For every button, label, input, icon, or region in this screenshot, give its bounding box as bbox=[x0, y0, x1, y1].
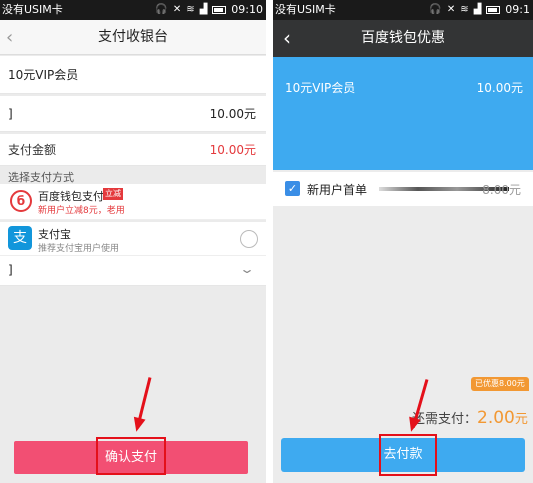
carrier-text: 没有USIM卡 bbox=[2, 3, 63, 16]
clock: 09:1 bbox=[505, 3, 530, 16]
back-icon[interactable]: ‹ bbox=[6, 20, 13, 55]
chevron-down-icon: ⌄ bbox=[238, 262, 256, 276]
coupon-label: 新用户首单 bbox=[307, 183, 368, 197]
highlight-box bbox=[379, 434, 437, 476]
alipay-option-sub: 推荐支付宝用户使用 bbox=[38, 244, 120, 254]
baidu-option-name: 百度钱包支付 bbox=[38, 190, 104, 203]
price-value: 10.00元 bbox=[209, 107, 256, 121]
carrier-text: 没有USIM卡 bbox=[275, 3, 336, 16]
amount-row: 支付金额 10.00元 bbox=[0, 134, 266, 166]
headphone-icon: 🎧 bbox=[429, 4, 442, 15]
page-title: 百度钱包优惠 bbox=[361, 30, 445, 46]
section-title: 选择支付方式 bbox=[8, 171, 74, 184]
wifi-icon: ≋ bbox=[186, 4, 195, 15]
alipay-option-name: 支付宝 bbox=[38, 228, 71, 241]
baidu-option-sub: 新用户立减8元，老用 bbox=[38, 206, 125, 216]
still-pay-label: 还需支付： bbox=[412, 412, 478, 427]
price-label: ] bbox=[8, 107, 13, 121]
title-bar: ‹ 百度钱包优惠 bbox=[273, 20, 533, 57]
coupon-row[interactable]: ✓ 新用户首单 8.00元 bbox=[273, 172, 533, 206]
battery-icon bbox=[212, 6, 227, 14]
signal-icon: ▟ bbox=[199, 4, 208, 15]
still-pay-unit: 元 bbox=[514, 412, 528, 427]
annotation-arrowhead bbox=[405, 416, 421, 434]
still-pay-amount: 2.00 bbox=[477, 408, 515, 428]
highlight-box bbox=[96, 437, 166, 475]
wifi-icon: ≋ bbox=[460, 4, 469, 15]
status-bar: 没有USIM卡 🎧 ✕ ≋ ▟ 09:10 bbox=[0, 0, 266, 20]
mute-icon: ✕ bbox=[446, 4, 456, 15]
title-bar: ‹ 支付收银台 bbox=[0, 20, 266, 55]
payment-option-alipay[interactable]: 支 支付宝 推荐支付宝用户使用 bbox=[0, 222, 266, 256]
more-payment-row[interactable]: ] ⌄ bbox=[0, 256, 266, 286]
mute-icon: ✕ bbox=[172, 4, 182, 15]
check-icon[interactable]: ✓ bbox=[285, 181, 300, 196]
product-card: 10元VIP会员 10.00元 bbox=[273, 57, 533, 170]
alipay-radio[interactable] bbox=[240, 230, 258, 248]
product-name: 10元VIP会员 bbox=[8, 68, 79, 82]
product-name: 10元VIP会员 bbox=[285, 81, 356, 95]
discount-tag: 立减 bbox=[103, 188, 123, 200]
right-screen: 没有USIM卡 🎧 ✕ ≋ ▟ 09:1 ‹ 百度钱包优惠 10元VIP会员 1… bbox=[273, 0, 533, 483]
coupon-value: 8.00元 bbox=[482, 183, 521, 197]
baidu-wallet-icon: б bbox=[10, 190, 32, 212]
signal-icon: ▟ bbox=[473, 4, 482, 15]
status-bar: 没有USIM卡 🎧 ✕ ≋ ▟ 09:1 bbox=[273, 0, 533, 20]
amount-label: 支付金额 bbox=[8, 143, 57, 157]
more-label: ] bbox=[8, 263, 13, 277]
headphone-icon: 🎧 bbox=[155, 4, 168, 15]
alipay-icon: 支 bbox=[8, 226, 32, 250]
price-row: ] 10.00元 bbox=[0, 96, 266, 132]
annotation-arrowhead bbox=[130, 416, 146, 434]
battery-icon bbox=[486, 6, 501, 14]
payment-option-baidu[interactable]: б 百度钱包支付 立减 新用户立减8元，老用 bbox=[0, 184, 266, 220]
product-value: 10.00元 bbox=[476, 81, 523, 95]
still-pay: 还需支付：2.00元 bbox=[412, 408, 528, 428]
product-row: 10元VIP会员 bbox=[0, 56, 266, 94]
back-icon[interactable]: ‹ bbox=[283, 20, 291, 57]
page-title: 支付收银台 bbox=[98, 29, 168, 45]
left-screen: 没有USIM卡 🎧 ✕ ≋ ▟ 09:10 ‹ 支付收银台 10元VIP会员 ]… bbox=[0, 0, 266, 483]
clock: 09:10 bbox=[231, 3, 263, 16]
amount-value: 10.00元 bbox=[209, 143, 256, 157]
discount-badge: 已优惠8.00元 bbox=[471, 377, 529, 391]
